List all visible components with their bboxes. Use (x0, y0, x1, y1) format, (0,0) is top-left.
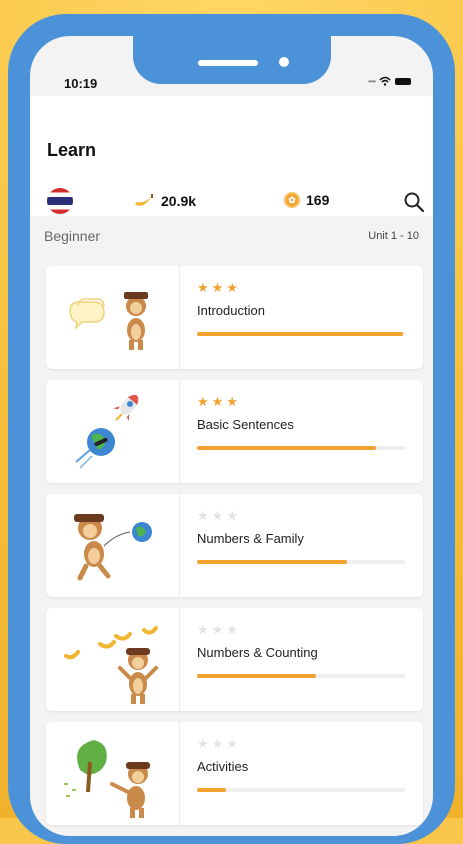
lesson-card[interactable]: ★ ★ ★ Basic Sentences (46, 380, 423, 483)
lesson-title: Introduction (197, 303, 265, 318)
star-icon: ★ (211, 508, 224, 523)
coin-icon: ✿ (284, 192, 300, 208)
monkey-speech-illustration (69, 292, 148, 350)
rocket-globe-illustration (75, 394, 139, 469)
star-icon: ★ (197, 622, 209, 637)
section-units: Unit 1 - 10 (368, 230, 419, 242)
phone-notch (133, 36, 331, 84)
star-icon: ★ (211, 622, 224, 637)
lesson-stars: ★ ★ ★ (197, 508, 409, 523)
lesson-progress (197, 674, 405, 678)
phone-frame: 10:19 •••• Learn 20.9k ✿ 169 Beginner Un… (8, 14, 455, 844)
app-header: Learn 20.9k ✿ 169 (30, 96, 433, 216)
lesson-stars: ★ ★ ★ (197, 736, 409, 751)
status-time: 10:19 (64, 76, 98, 91)
progress-fill (197, 446, 376, 450)
lesson-thumbnail (46, 608, 180, 711)
lesson-thumbnail (46, 494, 180, 597)
lesson-title: Numbers & Family (197, 531, 304, 546)
star-icon: ★ (226, 622, 238, 637)
lesson-thumbnail (46, 380, 180, 483)
star-icon: ★ (226, 394, 238, 409)
lesson-title: Activities (197, 759, 249, 774)
lesson-card[interactable]: ★ ★ ★ Activities (46, 722, 423, 825)
lesson-stars: ★ ★ ★ (197, 622, 409, 637)
lesson-progress (197, 560, 405, 564)
star-icon: ★ (197, 508, 209, 523)
progress-fill (197, 788, 227, 792)
search-icon[interactable] (402, 190, 426, 214)
lesson-content: ★ ★ ★ Numbers & Family (197, 508, 409, 564)
banana-counter: 20.9k (133, 192, 196, 210)
lesson-content: ★ ★ ★ Numbers & Counting (197, 622, 409, 678)
lesson-progress (197, 332, 405, 336)
battery-icon (395, 77, 412, 85)
banana-count: 20.9k (161, 193, 197, 209)
star-icon: ★ (197, 736, 209, 751)
lesson-card[interactable]: ★ ★ ★ Numbers & Counting (46, 608, 423, 711)
camera (279, 57, 289, 67)
page-title: Learn (47, 140, 97, 160)
lesson-content: ★ ★ ★ Basic Sentences (197, 394, 409, 450)
monkey-balloon-illustration (74, 514, 152, 581)
star-icon: ★ (197, 394, 209, 409)
lesson-content: ★ ★ ★ Introduction (197, 280, 409, 336)
star-icon: ★ (226, 736, 238, 751)
app-screen: 10:19 •••• Learn 20.9k ✿ 169 Beginner Un… (30, 36, 433, 836)
progress-fill (197, 332, 403, 336)
star-icon: ★ (211, 736, 224, 751)
lesson-title: Numbers & Counting (197, 645, 318, 660)
progress-fill (197, 674, 316, 678)
monkey-tree-illustration (64, 740, 150, 818)
lesson-stars: ★ ★ ★ (197, 280, 409, 295)
lesson-progress (197, 446, 405, 450)
lesson-title: Basic Sentences (197, 417, 294, 432)
speaker (198, 60, 258, 66)
star-icon: ★ (211, 394, 224, 409)
lesson-stars: ★ ★ ★ (197, 394, 409, 409)
lesson-thumbnail (46, 266, 180, 369)
star-icon: ★ (226, 508, 238, 523)
progress-fill (197, 560, 347, 564)
coin-counter: ✿ 169 (284, 192, 329, 208)
status-icons: •••• (368, 76, 412, 86)
coin-count: 169 (306, 192, 330, 208)
star-icon: ★ (197, 280, 209, 295)
lesson-card[interactable]: ★ ★ ★ Introduction (46, 266, 423, 369)
wifi-icon (379, 76, 391, 86)
lesson-content: ★ ★ ★ Activities (197, 736, 409, 792)
lesson-card[interactable]: ★ ★ ★ Numbers & Family (46, 494, 423, 597)
section-header: Beginner Unit 1 - 10 (30, 216, 433, 256)
star-icon: ★ (226, 280, 238, 295)
lesson-thumbnail (46, 722, 180, 825)
banana-icon (135, 194, 153, 206)
monkey-bananas-illustration (64, 626, 158, 704)
star-icon: ★ (211, 280, 224, 295)
section-level: Beginner (44, 228, 101, 244)
signal-icon: •••• (368, 76, 376, 86)
thai-flag-icon[interactable] (47, 188, 73, 214)
lesson-progress (197, 788, 405, 792)
